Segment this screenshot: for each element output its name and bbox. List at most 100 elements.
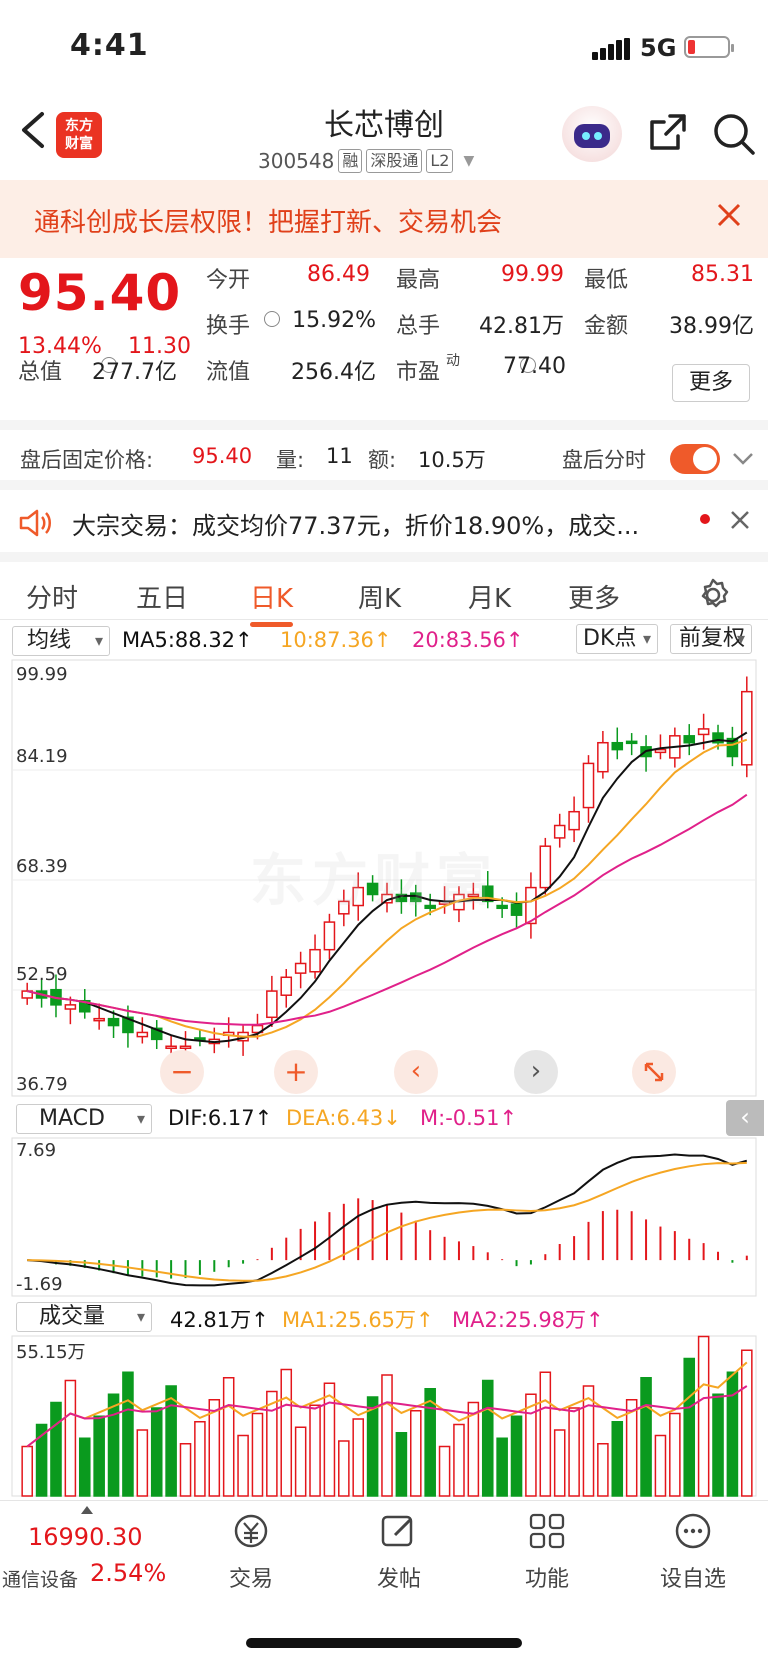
post-label: 发帖 [376,1567,421,1592]
volume-bar [438,1445,451,1497]
m-value: M:-0.51↑ [420,1106,518,1130]
candle-body [179,1045,192,1050]
volume-bar [251,1412,264,1497]
volume-bar [366,1396,379,1497]
volume-bar [323,1382,336,1497]
prev-button[interactable]: ‹ [394,1050,438,1094]
volume-bar [697,1335,710,1497]
index-name[interactable]: 通信设备 [2,1565,78,1592]
volume-bar [640,1377,652,1497]
volume-bar [78,1437,91,1497]
add-watchlist-button[interactable]: 设自选 [638,1511,748,1593]
volume-bar [582,1385,595,1497]
volume-bar [409,1410,422,1497]
candle-body [611,741,624,751]
vol-ma1: MA1:25.65万↑ [282,1308,434,1332]
volume-bar [107,1393,120,1497]
candle-body [597,741,609,773]
volume-bar [266,1390,278,1497]
volume-bar [381,1374,393,1497]
home-indicator [246,1638,522,1648]
vol-ma2: MA2:25.98万↑ [452,1308,604,1332]
post-button[interactable]: 发帖 [344,1511,454,1593]
volume-bar [712,1393,724,1497]
dif-value: DIF:6.17↑ [168,1106,273,1130]
candle-body [294,962,307,974]
volume-bar [496,1437,508,1497]
candle-body [280,976,293,996]
candle-body [136,1031,149,1038]
volume-bar [568,1407,580,1497]
volume-bar [597,1443,609,1497]
fullscreen-icon[interactable] [632,1050,676,1094]
volume-bar [222,1377,235,1497]
function-button[interactable]: 功能 [492,1511,602,1593]
volume-bar [654,1434,667,1497]
candle-body [582,762,595,809]
candle-body [266,990,278,1019]
macd-axis-top: 7.69 [16,1140,57,1161]
trade-button[interactable]: 交易 [196,1511,306,1593]
volume-bar [294,1426,307,1497]
volume-bar [539,1371,552,1497]
more-dots-icon [675,1513,711,1549]
volume-bar [194,1421,206,1497]
volume-bar [338,1440,350,1497]
volume-bar [424,1388,436,1497]
collapse-panel-button[interactable]: ‹ [726,1100,764,1136]
price-axis-2: 84.19 [16,746,68,767]
volume-bar [352,1418,365,1497]
candle-body [165,1045,177,1050]
watchlist-label: 设自选 [659,1567,726,1592]
candle-body [64,1004,77,1010]
candle-body [496,904,508,910]
volume-bar [525,1393,537,1497]
volume-bar [611,1421,624,1497]
candle-body [107,1017,120,1027]
next-button[interactable]: › [514,1050,558,1094]
volume-bar [179,1443,192,1497]
volume-bar [136,1429,149,1497]
volume-bar [553,1429,566,1497]
candle-body [553,824,566,839]
price-axis-3: 68.39 [16,856,68,877]
volume-bar [669,1412,681,1497]
caret-up-icon [81,1506,93,1514]
price-axis-4: 52.59 [16,964,68,985]
candle-body [683,735,696,744]
volume-bar [280,1368,293,1497]
trade-icon [234,1514,268,1548]
volume-bar [395,1432,408,1497]
watermark: 东方财富 [250,849,498,914]
volume-bar [122,1371,134,1497]
zoom-in-button[interactable]: + [274,1050,318,1094]
kline-chart[interactable] [0,0,768,1500]
volume-bar [741,1349,753,1497]
price-axis-top: 99.99 [16,664,68,685]
index-pct[interactable]: 2.54% [90,1559,166,1587]
dea-value: DEA:6.43↓ [286,1106,401,1130]
volume-bar [453,1423,465,1497]
vol-axis-top: 55.15万 [16,1342,86,1363]
candle-body [323,921,336,951]
volume-bar [21,1445,33,1497]
volume-select[interactable]: 成交量 [16,1302,152,1332]
zoom-out-button[interactable]: − [160,1050,204,1094]
macd-axis-bottom: -1.69 [16,1274,63,1295]
volume-bar [726,1371,739,1497]
index-value[interactable]: 16990.30 [28,1523,143,1551]
volume-bar [50,1401,62,1497]
vol-value: 42.81万↑ [170,1308,269,1332]
volume-bar [64,1379,77,1497]
candle-body [539,845,552,889]
volume-bar [165,1385,177,1497]
volume-bar [237,1434,249,1497]
function-label: 功能 [524,1567,569,1592]
volume-bar [150,1407,163,1497]
volume-bar [683,1357,696,1497]
candle-body [510,903,523,916]
macd-select[interactable]: MACD [16,1104,152,1134]
candle-body [654,748,667,754]
candle-body [309,948,321,973]
volume-bar [481,1379,494,1497]
